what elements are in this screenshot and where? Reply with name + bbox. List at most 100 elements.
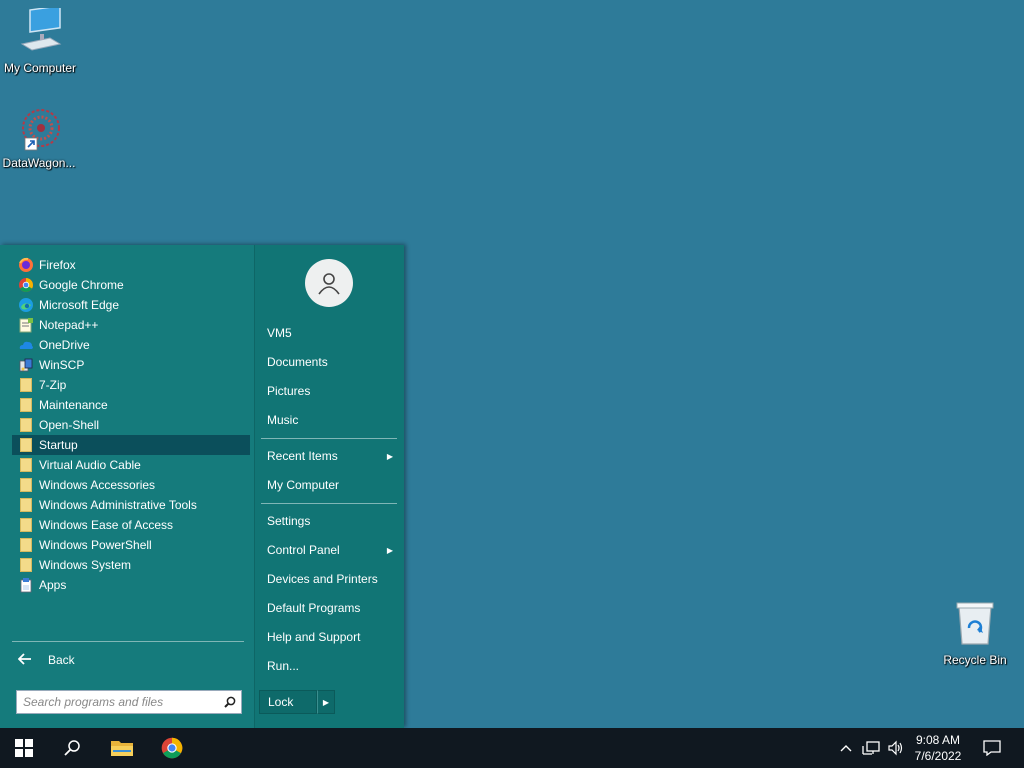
windows-logo-icon: [15, 739, 33, 757]
desktop-icon-label: Recycle Bin: [943, 653, 1007, 667]
program-item-notepad-plus-plus[interactable]: Notepad++: [12, 315, 250, 335]
program-label: Windows Administrative Tools: [39, 498, 197, 512]
places-item-user[interactable]: VM5: [259, 322, 397, 344]
program-list: Firefox Google Chrome Microsoft Edge Not…: [12, 255, 250, 595]
folder-icon: [18, 397, 34, 413]
user-icon: [318, 273, 340, 295]
places-item-pictures[interactable]: Pictures: [259, 380, 397, 402]
file-explorer-icon: [111, 741, 133, 756]
places-item-music[interactable]: Music: [259, 409, 397, 431]
search-button[interactable]: [48, 728, 96, 768]
desktop-icon-recycle-bin[interactable]: Recycle Bin: [935, 600, 1015, 667]
apps-icon: [18, 577, 34, 593]
program-folder-windows-ease-of-access[interactable]: Windows Ease of Access: [12, 515, 250, 535]
program-label: Windows Accessories: [39, 478, 156, 492]
program-folder-7-zip[interactable]: 7-Zip: [12, 375, 250, 395]
firefox-icon: [18, 257, 34, 273]
program-folder-windows-system[interactable]: Windows System: [12, 555, 250, 575]
chrome-taskbar-button[interactable]: [148, 728, 196, 768]
folder-icon: [18, 497, 34, 513]
search-icon[interactable]: [219, 696, 241, 708]
places-label: Default Programs: [267, 601, 361, 615]
recycle-bin-icon: [935, 600, 1015, 651]
winscp-icon: [18, 357, 34, 373]
places-label: Recent Items: [267, 449, 338, 463]
places-item-help-support[interactable]: Help and Support: [259, 626, 397, 648]
clock-time: 9:08 AM: [915, 733, 961, 747]
places-label: Music: [267, 413, 299, 427]
clock-date: 7/6/2022: [914, 749, 962, 763]
desktop-icon-label: DataWagon...: [2, 156, 76, 170]
datawagon-icon: [15, 106, 63, 154]
onedrive-icon: [18, 337, 34, 353]
folder-icon: [18, 437, 34, 453]
places-item-devices-printers[interactable]: Devices and Printers: [259, 568, 397, 590]
program-folder-virtual-audio-cable[interactable]: Virtual Audio Cable: [12, 455, 250, 475]
back-button[interactable]: Back: [12, 649, 250, 671]
program-item-apps[interactable]: Apps: [12, 575, 250, 595]
folder-icon: [18, 377, 34, 393]
program-folder-startup[interactable]: Startup: [12, 435, 250, 455]
network-icon[interactable]: [859, 728, 883, 768]
program-folder-windows-powershell[interactable]: Windows PowerShell: [12, 535, 250, 555]
folder-icon: [18, 557, 34, 573]
program-folder-windows-administrative-tools[interactable]: Windows Administrative Tools: [12, 495, 250, 515]
program-label: Maintenance: [39, 398, 108, 412]
chrome-icon: [18, 277, 34, 293]
folder-icon: [18, 477, 34, 493]
taskbar: 9:08 AM 7/6/2022: [0, 728, 1024, 768]
places-item-settings[interactable]: Settings: [259, 510, 397, 532]
places-item-recent-items[interactable]: Recent Items ▶: [259, 445, 397, 467]
program-item-winscp[interactable]: WinSCP: [12, 355, 250, 375]
program-folder-maintenance[interactable]: Maintenance: [12, 395, 250, 415]
program-item-google-chrome[interactable]: Google Chrome: [12, 275, 250, 295]
program-label: Google Chrome: [39, 278, 124, 292]
separator: [261, 503, 397, 504]
places-item-run[interactable]: Run...: [259, 655, 397, 677]
places-item-documents[interactable]: Documents: [259, 351, 397, 373]
start-button[interactable]: [0, 728, 48, 768]
start-menu: Firefox Google Chrome Microsoft Edge Not…: [0, 245, 404, 728]
program-label: Apps: [39, 578, 67, 592]
search-icon: [64, 740, 80, 756]
show-hidden-icons-button[interactable]: [836, 728, 856, 768]
folder-icon: [18, 417, 34, 433]
places-label: Run...: [267, 659, 300, 673]
notification-center-button[interactable]: [978, 728, 1006, 768]
avatar[interactable]: [305, 259, 353, 307]
program-label: Microsoft Edge: [39, 298, 120, 312]
places-item-control-panel[interactable]: Control Panel ▶: [259, 539, 397, 561]
program-label: Windows PowerShell: [39, 538, 152, 552]
program-item-onedrive[interactable]: OneDrive: [12, 335, 250, 355]
places-label: Settings: [267, 514, 311, 528]
search-box: [16, 690, 242, 714]
back-label: Back: [48, 653, 75, 667]
lock-button[interactable]: Lock: [259, 690, 317, 714]
program-folder-open-shell[interactable]: Open-Shell: [12, 415, 250, 435]
desktop-icon-label: My Computer: [3, 61, 77, 75]
program-folder-windows-accessories[interactable]: Windows Accessories: [12, 475, 250, 495]
places-item-my-computer[interactable]: My Computer: [259, 474, 397, 496]
places-label: Pictures: [267, 384, 311, 398]
search-input[interactable]: [17, 692, 219, 712]
program-item-firefox[interactable]: Firefox: [12, 255, 250, 275]
places-label: VM5: [267, 326, 292, 340]
program-label: 7-Zip: [39, 378, 67, 392]
notification-icon: [983, 740, 1001, 756]
folder-icon: [18, 457, 34, 473]
volume-icon[interactable]: [884, 728, 908, 768]
taskbar-clock[interactable]: 9:08 AM 7/6/2022: [906, 732, 970, 764]
notepad-plus-plus-icon: [18, 317, 34, 333]
desktop-icon-my-computer[interactable]: My Computer: [0, 4, 80, 75]
computer-icon: [0, 4, 80, 59]
places-label: Help and Support: [267, 630, 361, 644]
places-label: My Computer: [267, 478, 340, 492]
shutdown-options-button[interactable]: ▶: [317, 690, 335, 714]
program-item-microsoft-edge[interactable]: Microsoft Edge: [12, 295, 250, 315]
places-label: Documents: [267, 355, 328, 369]
file-explorer-button[interactable]: [98, 728, 146, 768]
desktop-icon-datawagon[interactable]: DataWagon...: [0, 106, 79, 170]
places-item-default-programs[interactable]: Default Programs: [259, 597, 397, 619]
program-label: Windows System: [39, 558, 132, 572]
start-menu-programs-pane: Firefox Google Chrome Microsoft Edge Not…: [0, 245, 254, 728]
